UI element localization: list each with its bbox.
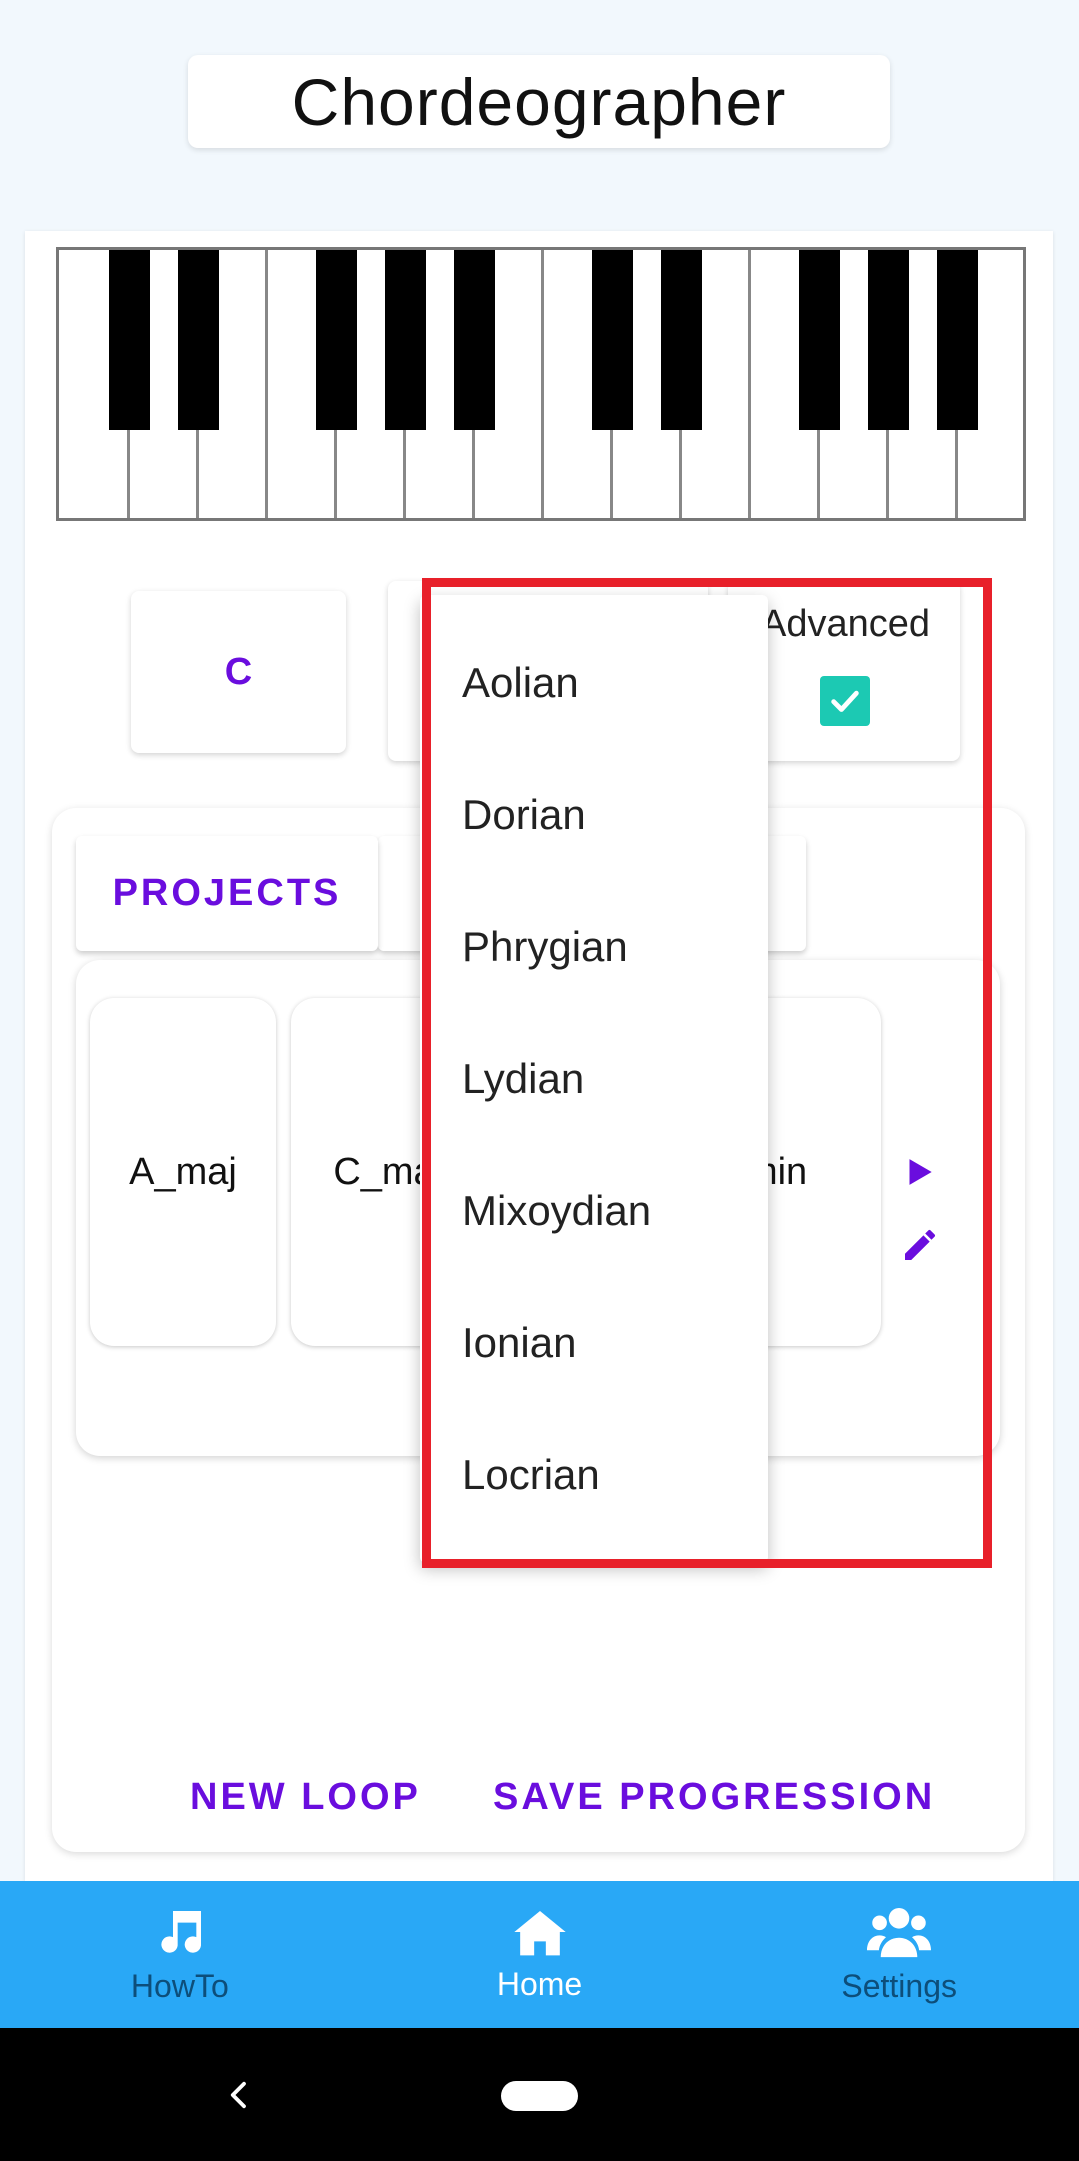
piano-black-key[interactable]: [661, 250, 702, 430]
mode-option-locrian[interactable]: Locrian: [420, 1409, 768, 1541]
save-progression-button[interactable]: SAVE PROGRESSION: [493, 1776, 935, 1819]
nav-label: Settings: [841, 1968, 957, 2004]
mode-option-phrygian[interactable]: Phrygian: [420, 881, 768, 1013]
piano-black-key[interactable]: [109, 250, 150, 430]
chord-card[interactable]: A_maj: [90, 998, 276, 1346]
piano-black-key[interactable]: [316, 250, 357, 430]
piano-black-key[interactable]: [799, 250, 840, 430]
home-pill-button[interactable]: [501, 2081, 578, 2111]
piano-black-key[interactable]: [868, 250, 909, 430]
piano-black-key[interactable]: [385, 250, 426, 430]
piano-black-key[interactable]: [592, 250, 633, 430]
mode-option-lydian[interactable]: Lydian: [420, 1013, 768, 1145]
back-chevron-icon[interactable]: [224, 2080, 254, 2110]
tab-projects-label: PROJECTS: [112, 872, 342, 914]
bottom-navigation: HowTo Home Settings: [0, 1881, 1079, 2028]
piano-black-key[interactable]: [937, 250, 978, 430]
advanced-checkbox[interactable]: [820, 676, 870, 726]
edit-pencil-icon[interactable]: [900, 1225, 940, 1265]
mode-dropdown-menu: Aolian Dorian Phrygian Lydian Mixoydian …: [420, 595, 768, 1563]
chord-label: A_maj: [129, 1150, 237, 1193]
nav-label: HowTo: [130, 1968, 229, 2004]
play-icon[interactable]: [906, 1158, 934, 1186]
nav-item-home[interactable]: Home: [360, 1881, 720, 2028]
piano-black-key[interactable]: [178, 250, 219, 430]
advanced-label: Advanced: [760, 603, 930, 645]
new-loop-button[interactable]: NEW LOOP: [190, 1776, 421, 1819]
key-selector-button[interactable]: C: [131, 591, 346, 753]
check-icon: [831, 690, 859, 712]
nav-item-settings[interactable]: Settings: [719, 1881, 1079, 2028]
key-selector-value: C: [224, 650, 253, 693]
app-title-box: Chordeographer: [188, 55, 890, 148]
mode-option-dorian[interactable]: Dorian: [420, 749, 768, 881]
users-icon: [867, 1908, 932, 1958]
app-title: Chordeographer: [291, 64, 787, 139]
tab-projects[interactable]: PROJECTS: [76, 836, 378, 951]
mode-option-mixoydian[interactable]: Mixoydian: [420, 1145, 768, 1277]
nav-item-howto[interactable]: HowTo: [0, 1881, 360, 2028]
piano-black-key[interactable]: [454, 250, 495, 430]
mode-option-aolian[interactable]: Aolian: [420, 617, 768, 749]
music-note-icon: [161, 1911, 201, 1953]
mode-option-ionian[interactable]: Ionian: [420, 1277, 768, 1409]
piano-keyboard[interactable]: [56, 247, 1026, 521]
nav-label: Home: [496, 1966, 583, 2002]
home-icon: [513, 1911, 566, 1956]
